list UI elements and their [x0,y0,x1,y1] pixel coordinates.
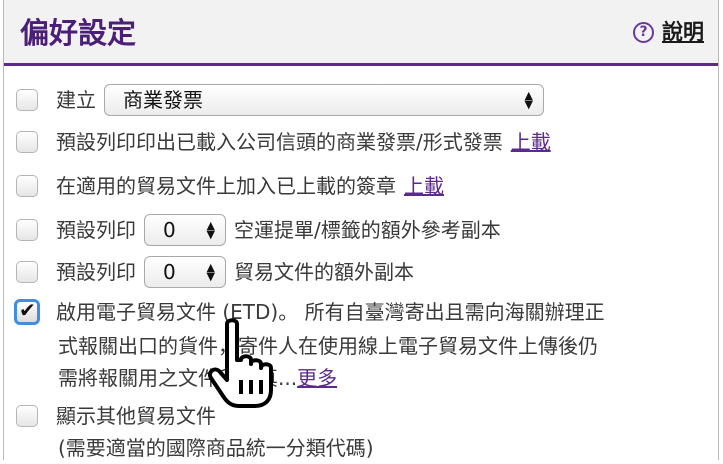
signature-text: 在適用的貿易文件上加入已上載的簽章 [56,174,396,198]
trade-copies-prefix: 預設列印 [56,260,136,284]
awb-copies-value: 0 [163,218,176,242]
help-area[interactable]: ? 說明 [633,18,704,46]
row-trade-copies: 預設列印 0 ▲ ▼ 貿易文件的額外副本 [16,256,708,288]
select-arrows-icon: ▲ ▼ [206,219,215,241]
awb-copies-suffix: 空運提單/標籤的額外參考副本 [234,218,501,242]
checkmark-icon: ✔ [19,298,36,322]
help-link[interactable]: 說明 [662,18,704,46]
checkbox-trade-copies[interactable] [16,261,38,283]
trade-copies-select[interactable]: 0 ▲ ▼ [144,256,226,288]
checkbox-letterhead[interactable] [16,131,38,153]
row-etd: ✔ 啟用電子貿易文件 (ETD)。 所有自臺灣寄出且需向海關辦理正 [14,298,708,326]
etd-line-2: 式報關出口的貨件，寄件人在使用線上電子貿易文件上傳後仍 [58,334,598,358]
document-type-select[interactable]: 商業發票 ▲ ▼ [104,84,544,116]
create-label: 建立 [56,88,96,112]
etd-more-link[interactable]: 更多 [297,366,337,390]
etd-line-3-wrap: 需將報關用之文件印出真...更多 [58,362,698,394]
awb-copies-select[interactable]: 0 ▲ ▼ [144,214,226,246]
row-other-docs: 顯示其他貿易文件 [16,402,708,430]
trade-copies-value: 0 [163,260,176,284]
etd-line-1: 啟用電子貿易文件 (ETD)。 所有自臺灣寄出且需向海關辦理正 [56,300,605,324]
checkbox-awb-copies[interactable] [16,219,38,241]
row-create: 建立 商業發票 ▲ ▼ [16,84,708,116]
question-circle-icon[interactable]: ? [633,21,654,43]
select-arrows-icon: ▲ ▼ [524,89,533,111]
checkbox-signature[interactable] [16,175,38,197]
letterhead-text: 預設列印印出已載入公司信頭的商業發票/形式發票 [56,130,503,154]
other-docs-note: (需要適當的國際商品統一分類代碼) [58,436,374,460]
row-awb-copies: 預設列印 0 ▲ ▼ 空運提單/標籤的額外參考副本 [16,214,708,246]
awb-copies-prefix: 預設列印 [56,218,136,242]
row-signature: 在適用的貿易文件上加入已上載的簽章 上載 [16,172,708,200]
checkbox-create[interactable] [16,89,38,111]
panel-header: 偏好設定 ? 說明 [4,0,718,66]
other-docs-text: 顯示其他貿易文件 [56,404,216,428]
trade-copies-suffix: 貿易文件的額外副本 [234,260,414,284]
row-letterhead: 預設列印印出已載入公司信頭的商業發票/形式發票 上載 [16,128,708,156]
hand-pointer-icon [208,318,273,408]
page-title: 偏好設定 [20,16,137,50]
signature-upload-link[interactable]: 上載 [404,172,444,200]
document-type-value: 商業發票 [123,88,203,112]
checkbox-other-docs[interactable] [16,405,38,427]
letterhead-upload-link[interactable]: 上載 [511,128,551,156]
select-arrows-icon: ▲ ▼ [206,261,215,283]
checkbox-etd[interactable]: ✔ [14,298,40,325]
preferences-panel: 偏好設定 ? 說明 建立 商業發票 ▲ ▼ 預設列印印出已載入公司信頭的商業發票/… [3,0,719,460]
